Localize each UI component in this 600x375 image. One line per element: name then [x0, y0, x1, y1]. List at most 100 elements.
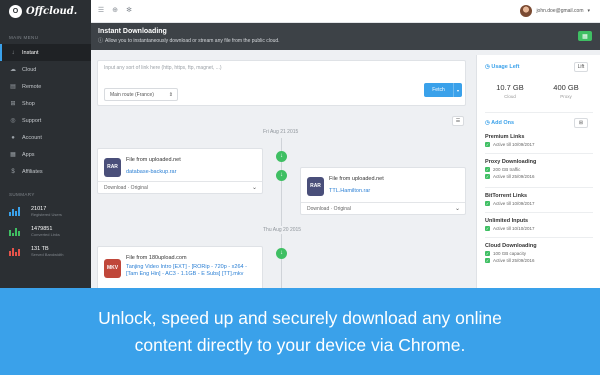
dollar-icon: $: [11, 168, 15, 175]
usage-title-text: Usage Left: [491, 64, 520, 70]
addon-detail: ✓ Active till 25/09/2016: [485, 174, 593, 179]
addon-proxy-downloading: Proxy Downloading ✓ 200 GB traffic ✓ Activ…: [485, 159, 593, 179]
check-icon: ✓: [485, 142, 490, 147]
addon-cloud-downloading: Cloud Downloading ✓ 100 GB capacity ✓ Acti…: [485, 243, 593, 263]
summary-title: SUMMARY: [9, 192, 35, 197]
caption-line: content directly to your device via Chro…: [134, 334, 466, 355]
addon-name: Cloud Downloading: [485, 243, 537, 249]
rar-file-icon: RAR: [307, 177, 324, 196]
card-actions: Download · Original ⌄: [98, 181, 262, 193]
sidebar-item-remote[interactable]: ▤ Remote: [0, 78, 91, 95]
app-window: O Offcloud. MAIN MENU ↓ Instant ☁ Cloud …: [0, 0, 600, 288]
user-menu[interactable]: john.doe@gmail.com ▾: [520, 5, 600, 17]
timeline-date: Thu Aug 20 2015: [259, 226, 306, 234]
link-input-panel: Input any sort of link here (http, https…: [97, 60, 466, 106]
addon-name: Unlimited Inputs: [485, 218, 529, 224]
stat-converted-links: 1479851 Converted Links: [0, 221, 91, 241]
file-name-link[interactable]: Tanjing Video Intro [EXT] - [RORip - 720…: [126, 264, 258, 278]
card-actions: Download · Original ⌄: [301, 202, 465, 214]
sidebar-item-shop[interactable]: ⊞ Shop: [0, 95, 91, 112]
chevron-down-icon[interactable]: ▾: [453, 83, 462, 97]
addons-title-text: Add Ons: [491, 120, 515, 126]
card-actions-text[interactable]: Download · Original: [307, 206, 351, 212]
download-icon[interactable]: ↓: [276, 151, 287, 162]
usage-proxy: 400 GB Proxy: [541, 83, 591, 99]
file-name-link[interactable]: database-backup.rar: [126, 169, 176, 175]
clock-icon: ◷: [485, 64, 490, 70]
addon-premium-links: Premium Links ✓ Active till 10/09/2017: [485, 134, 593, 147]
divider: [485, 187, 593, 188]
divider: [485, 153, 593, 154]
check-icon: ✓: [485, 167, 490, 172]
stat-served-bandwidth: 131 TB Served Bandwidth: [0, 241, 91, 261]
sidebar-item-account[interactable]: ● Account: [0, 129, 91, 146]
page-header: Instant Downloading ⓘ Allow you to insta…: [91, 23, 600, 50]
clock-icon: ◷: [485, 120, 490, 126]
cloud-icon: ☁: [10, 66, 16, 73]
addon-detail-text: Active till 25/09/2016: [493, 258, 535, 263]
sidebar-item-label: Affiliates: [22, 168, 43, 175]
sidebar-item-label: Cloud: [22, 66, 37, 73]
cart-button[interactable]: ⊞: [574, 118, 588, 128]
user-email: john.doe@gmail.com: [536, 8, 584, 14]
file-source: File from uploaded.net: [329, 176, 384, 182]
brand-logo[interactable]: O Offcloud.: [0, 0, 91, 23]
usage-title: ◷ Usage Left: [485, 64, 519, 70]
sidebar: O Offcloud. MAIN MENU ↓ Instant ☁ Cloud …: [0, 0, 91, 288]
route-select[interactable]: Main route (France) ⇕: [104, 88, 178, 101]
stat-registered-users: 21017 Registered Users: [0, 201, 91, 221]
file-name-link[interactable]: TTL.Hamilton.rar: [329, 188, 370, 194]
globe-icon[interactable]: ⊕: [111, 7, 119, 15]
user-icon: ●: [11, 134, 15, 141]
download-icon[interactable]: ↓: [276, 170, 287, 181]
download-card: MKV File from 180upload.com Tanjing Vide…: [97, 246, 263, 288]
sidebar-item-label: Instant: [22, 49, 39, 56]
grid-view-button[interactable]: ▦: [578, 31, 592, 41]
video-file-icon: MKV: [104, 259, 121, 278]
download-card: RAR File from uploaded.net database-back…: [97, 148, 263, 194]
top-bar: ☰ ⊕ ✻ john.doe@gmail.com ▾: [91, 0, 600, 23]
menu-icon[interactable]: ☰: [97, 7, 105, 15]
check-icon: ✓: [485, 251, 490, 256]
right-panel: ◷ Usage Left Lift 10.7 GB Cloud 400 GB P…: [476, 55, 600, 288]
bar-chart-icon: [9, 206, 23, 216]
fetch-button[interactable]: Fetch ▾: [424, 83, 462, 97]
addon-detail-text: Active till 25/09/2016: [493, 174, 535, 179]
chevron-down-icon: ▾: [587, 8, 590, 14]
addon-bittorrent-links: BitTorrent Links ✓ Active till 10/09/2017: [485, 193, 593, 206]
lift-button[interactable]: Lift: [574, 62, 588, 72]
sidebar-item-label: Support: [22, 117, 42, 124]
chevron-down-icon[interactable]: ⌄: [252, 184, 257, 191]
addon-detail-text: 100 GB capacity: [493, 251, 527, 256]
link-input[interactable]: Input any sort of link here (http, https…: [104, 65, 434, 71]
brand-name: Offcloud.: [26, 6, 78, 17]
promo-caption: Unlock, speed up and securely download a…: [0, 288, 600, 375]
list-view-button[interactable]: ☰: [452, 116, 464, 126]
sidebar-item-support[interactable]: ◎ Support: [0, 112, 91, 129]
download-card: RAR File from uploaded.net TTL.Hamilton.…: [300, 167, 466, 215]
sidebar-item-cloud[interactable]: ☁ Cloud: [0, 61, 91, 78]
stat-label: Served Bandwidth: [31, 251, 64, 257]
addon-detail-text: Active till 10/09/2017: [493, 142, 535, 147]
bar-chart-icon: [9, 227, 23, 236]
route-select-value: Main route (France): [110, 91, 154, 98]
card-actions-text[interactable]: Download · Original: [104, 185, 148, 191]
stat-label: Converted Links: [31, 231, 60, 237]
download-icon[interactable]: ↓: [276, 248, 287, 259]
main-menu-title: MAIN MENU: [9, 35, 39, 40]
usage-label: Proxy: [560, 94, 572, 99]
divider: [485, 212, 593, 213]
sidebar-item-affiliates[interactable]: $ Affiliates: [0, 163, 91, 180]
gear-icon[interactable]: ✻: [125, 7, 133, 15]
sidebar-item-instant[interactable]: ↓ Instant: [0, 44, 91, 61]
addon-name: BitTorrent Links: [485, 193, 528, 199]
chevron-down-icon[interactable]: ⌄: [455, 205, 460, 212]
check-icon: ✓: [485, 201, 490, 206]
file-source: File from uploaded.net: [126, 157, 181, 163]
timeline-date: Fri Aug 21 2015: [259, 128, 303, 136]
addon-detail: ✓ 100 GB capacity: [485, 251, 593, 256]
addon-name: Proxy Downloading: [485, 159, 537, 165]
sidebar-item-label: Apps: [22, 151, 35, 158]
sidebar-item-apps[interactable]: ▦ Apps: [0, 146, 91, 163]
check-icon: ✓: [485, 174, 490, 179]
